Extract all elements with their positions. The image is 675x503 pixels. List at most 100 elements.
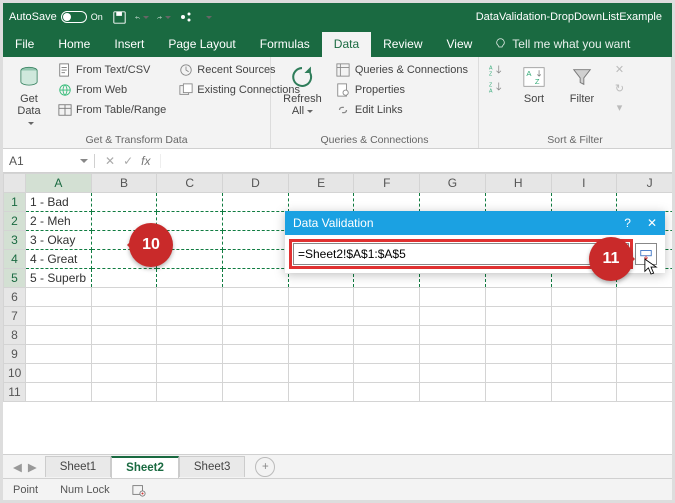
enter-icon[interactable]: ✓ bbox=[123, 154, 133, 168]
cell[interactable] bbox=[157, 269, 223, 288]
row-header[interactable]: 7 bbox=[4, 307, 26, 326]
tab-file[interactable]: File bbox=[3, 32, 46, 57]
cell[interactable] bbox=[288, 345, 354, 364]
col-header[interactable]: J bbox=[617, 174, 672, 193]
cell[interactable] bbox=[354, 364, 420, 383]
cell[interactable] bbox=[420, 383, 486, 402]
col-header[interactable]: B bbox=[91, 174, 157, 193]
cell[interactable] bbox=[420, 307, 486, 326]
macro-record-icon[interactable] bbox=[132, 483, 146, 497]
sort-asc-button[interactable]: AZ bbox=[487, 61, 506, 78]
cell[interactable] bbox=[354, 307, 420, 326]
clear-filter-button[interactable]: ✕ bbox=[610, 61, 629, 78]
cell[interactable] bbox=[157, 345, 223, 364]
cell[interactable] bbox=[420, 326, 486, 345]
cell[interactable] bbox=[223, 193, 289, 212]
sort-button[interactable]: AZ Sort bbox=[514, 61, 554, 107]
cell[interactable] bbox=[420, 288, 486, 307]
edit-links-button[interactable]: Edit Links bbox=[334, 101, 470, 118]
queries-button[interactable]: Queries & Connections bbox=[334, 61, 470, 78]
tab-review[interactable]: Review bbox=[371, 32, 434, 57]
cell[interactable] bbox=[485, 193, 551, 212]
cell[interactable] bbox=[551, 193, 617, 212]
cell[interactable] bbox=[551, 364, 617, 383]
fx-icon[interactable]: fx bbox=[141, 154, 150, 168]
cell[interactable] bbox=[26, 288, 92, 307]
cell[interactable] bbox=[223, 212, 289, 231]
cell[interactable] bbox=[91, 307, 157, 326]
cell[interactable] bbox=[485, 383, 551, 402]
cell[interactable] bbox=[617, 345, 672, 364]
cell[interactable] bbox=[551, 307, 617, 326]
cell[interactable]: 2 - Meh bbox=[26, 212, 92, 231]
row-header[interactable]: 11 bbox=[4, 383, 26, 402]
cell[interactable] bbox=[288, 307, 354, 326]
cell[interactable]: 1 - Bad bbox=[26, 193, 92, 212]
tab-home[interactable]: Home bbox=[46, 32, 102, 57]
cell[interactable]: 5 - Superb bbox=[26, 269, 92, 288]
row-header[interactable]: 8 bbox=[4, 326, 26, 345]
undo-icon[interactable] bbox=[135, 10, 149, 24]
from-web-button[interactable]: From Web bbox=[55, 81, 168, 98]
properties-button[interactable]: Properties bbox=[334, 81, 470, 98]
col-header[interactable]: A bbox=[26, 174, 92, 193]
cell[interactable] bbox=[551, 326, 617, 345]
cell[interactable] bbox=[551, 288, 617, 307]
row-header[interactable]: 10 bbox=[4, 364, 26, 383]
cell[interactable] bbox=[485, 364, 551, 383]
cell[interactable] bbox=[157, 326, 223, 345]
cell[interactable] bbox=[26, 326, 92, 345]
worksheet-grid[interactable]: ABCDEFGHIJ11 - Bad22 - Meh33 - Okay44 - … bbox=[3, 173, 672, 463]
cell[interactable] bbox=[617, 383, 672, 402]
filter-button[interactable]: Filter bbox=[562, 61, 602, 107]
row-header[interactable]: 2 bbox=[4, 212, 26, 231]
cell[interactable] bbox=[288, 193, 354, 212]
cell[interactable] bbox=[157, 383, 223, 402]
cell[interactable] bbox=[617, 326, 672, 345]
row-header[interactable]: 9 bbox=[4, 345, 26, 364]
cancel-icon[interactable]: ✕ bbox=[105, 154, 115, 168]
from-text-button[interactable]: From Text/CSV bbox=[55, 61, 168, 78]
cell[interactable] bbox=[26, 383, 92, 402]
cell[interactable] bbox=[617, 288, 672, 307]
cell[interactable] bbox=[26, 364, 92, 383]
cell[interactable] bbox=[288, 364, 354, 383]
cell[interactable] bbox=[91, 364, 157, 383]
tab-data[interactable]: Data bbox=[322, 32, 371, 57]
col-header[interactable]: E bbox=[288, 174, 354, 193]
cell[interactable] bbox=[223, 269, 289, 288]
cell[interactable] bbox=[223, 383, 289, 402]
cell[interactable] bbox=[223, 326, 289, 345]
dialog-close-icon[interactable]: ✕ bbox=[647, 216, 657, 230]
get-data-button[interactable]: Get Data bbox=[11, 61, 47, 131]
cell[interactable] bbox=[91, 345, 157, 364]
cell[interactable] bbox=[420, 345, 486, 364]
cell[interactable] bbox=[26, 345, 92, 364]
cell[interactable] bbox=[223, 307, 289, 326]
cell[interactable] bbox=[617, 307, 672, 326]
cell[interactable]: 4 - Great bbox=[26, 250, 92, 269]
add-sheet-button[interactable]: + bbox=[255, 457, 275, 477]
sort-desc-button[interactable]: ZA bbox=[487, 78, 506, 95]
cell[interactable] bbox=[288, 288, 354, 307]
cell[interactable] bbox=[91, 383, 157, 402]
cell[interactable]: 3 - Okay bbox=[26, 231, 92, 250]
cell[interactable] bbox=[223, 288, 289, 307]
tab-insert[interactable]: Insert bbox=[102, 32, 156, 57]
redo-icon[interactable] bbox=[157, 10, 171, 24]
row-header[interactable]: 1 bbox=[4, 193, 26, 212]
cell[interactable] bbox=[157, 307, 223, 326]
tell-me[interactable]: Tell me what you want bbox=[484, 32, 642, 57]
cell[interactable] bbox=[157, 193, 223, 212]
from-table-button[interactable]: From Table/Range bbox=[55, 101, 168, 118]
sheet-nav-prev-icon[interactable]: ◀ bbox=[13, 460, 22, 474]
sheet-nav-next-icon[interactable]: ▶ bbox=[28, 460, 37, 474]
cell[interactable] bbox=[420, 364, 486, 383]
cell[interactable] bbox=[91, 288, 157, 307]
cell[interactable] bbox=[223, 250, 289, 269]
cell[interactable] bbox=[223, 364, 289, 383]
save-icon[interactable] bbox=[113, 10, 127, 24]
cell[interactable] bbox=[26, 307, 92, 326]
name-box[interactable]: A1 bbox=[3, 154, 95, 168]
advanced-button[interactable]: ▾ bbox=[610, 99, 629, 116]
